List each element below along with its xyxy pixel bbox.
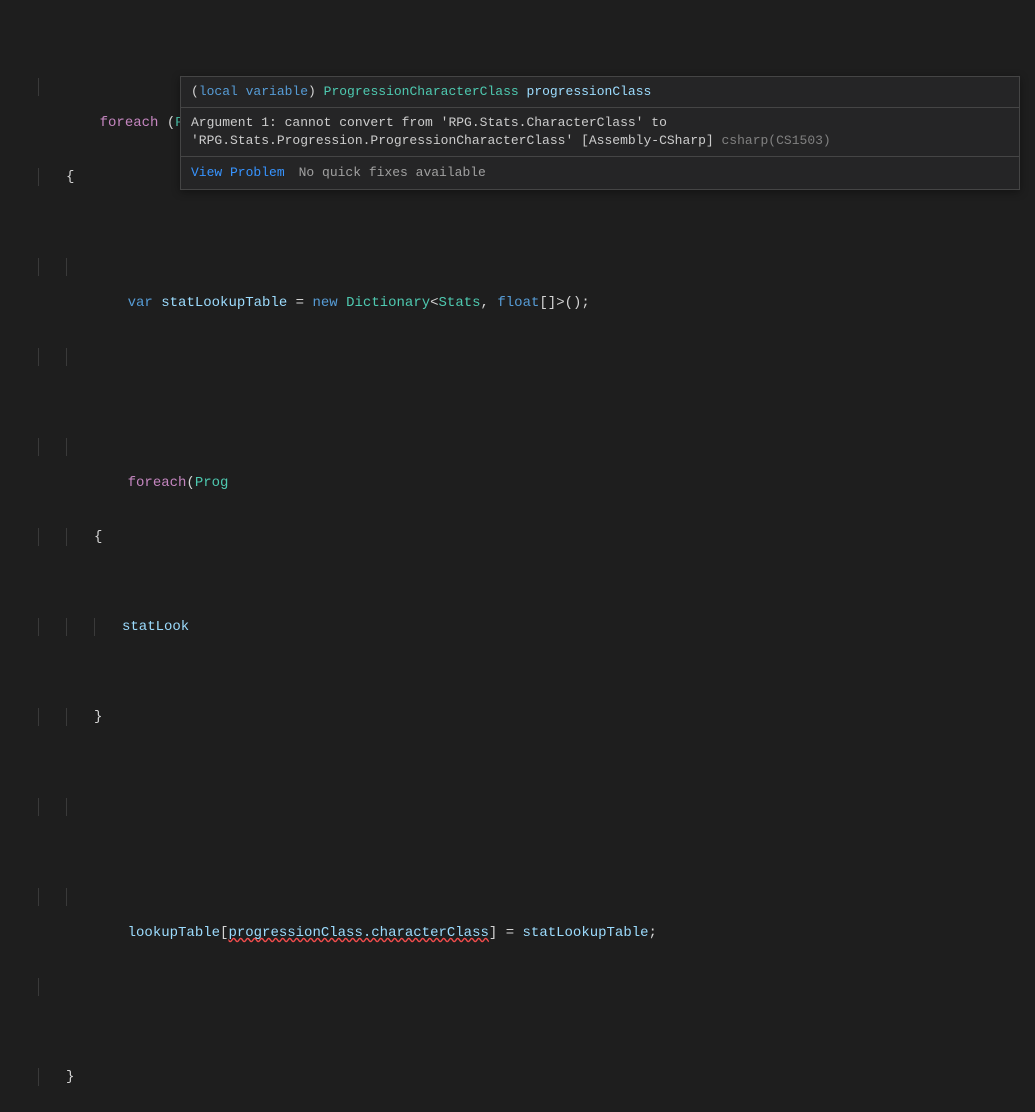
view-problem-link[interactable]: View Problem bbox=[191, 164, 285, 182]
tooltip-footer: View Problem No quick fixes available bbox=[181, 156, 1019, 189]
error-span[interactable]: progressionClass.characterClass bbox=[228, 925, 488, 941]
code-line: var statLookupTable = new Dictionary<Sta… bbox=[10, 258, 705, 276]
code-line: statLook bbox=[10, 618, 705, 636]
code-line: } bbox=[10, 1068, 705, 1086]
code-line: } bbox=[10, 708, 705, 726]
code-line: { bbox=[10, 528, 705, 546]
keyword-foreach: foreach bbox=[100, 115, 159, 131]
no-quick-fix-label: No quick fixes available bbox=[299, 164, 486, 182]
code-line bbox=[10, 978, 705, 996]
tooltip-signature: (local variable) ProgressionCharacterCla… bbox=[181, 77, 1019, 107]
error-code: csharp(CS1503) bbox=[722, 133, 831, 148]
code-line: foreach(Prog bbox=[10, 438, 705, 456]
error-hover-tooltip[interactable]: (local variable) ProgressionCharacterCla… bbox=[180, 76, 1020, 190]
code-line bbox=[10, 348, 705, 366]
code-line bbox=[10, 798, 705, 816]
code-line: lookupTable[progressionClass.characterCl… bbox=[10, 888, 705, 906]
tooltip-error-message: Argument 1: cannot convert from 'RPG.Sta… bbox=[181, 107, 1019, 156]
